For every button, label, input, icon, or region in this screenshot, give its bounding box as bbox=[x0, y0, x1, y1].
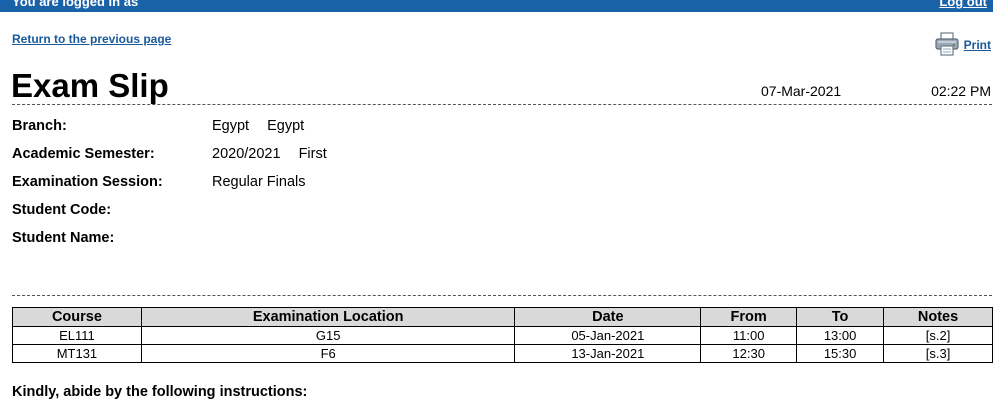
course-cell: EL111 bbox=[12, 326, 142, 345]
course-cell: MT131 bbox=[12, 344, 142, 363]
from-cell: 11:00 bbox=[700, 326, 798, 345]
instructions-heading: Kindly, abide by the following instructi… bbox=[12, 384, 308, 399]
student-name-label: Student Name: bbox=[12, 230, 115, 246]
student-code-label: Student Code: bbox=[12, 202, 112, 218]
print-control[interactable]: Print bbox=[934, 31, 991, 57]
column-header-date: Date bbox=[514, 307, 702, 327]
logged-in-text: You are logged in as bbox=[12, 0, 139, 9]
printer-icon[interactable] bbox=[934, 31, 960, 57]
slip-date: 07-Mar-2021 bbox=[761, 83, 842, 99]
semester-year: 2020/2021 bbox=[212, 146, 281, 162]
student-name-row: Student Name: bbox=[12, 228, 212, 248]
top-bar: You are logged in as Log out bbox=[0, 0, 993, 12]
location-cell: F6 bbox=[140, 344, 516, 363]
column-header-to: To bbox=[796, 307, 885, 327]
from-cell: 12:30 bbox=[700, 344, 798, 363]
to-cell: 15:30 bbox=[796, 344, 885, 363]
branch-label: Branch: bbox=[12, 118, 67, 134]
table-row: EL111 G15 05-Jan-2021 11:00 13:00 [s.2] bbox=[12, 326, 993, 345]
page-title: Exam Slip bbox=[11, 67, 169, 104]
location-cell: G15 bbox=[140, 326, 516, 345]
table-row: MT131 F6 13-Jan-2021 12:30 15:30 [s.3] bbox=[12, 344, 993, 363]
column-header-notes: Notes bbox=[883, 307, 993, 327]
session-value: Regular Finals bbox=[212, 174, 306, 190]
to-cell: 13:00 bbox=[796, 326, 885, 345]
table-header-row: Course Examination Location Date From To… bbox=[12, 307, 993, 327]
session-name: Regular Finals bbox=[212, 174, 306, 190]
return-to-previous-page-link[interactable]: Return to the previous page bbox=[12, 32, 171, 46]
notes-cell: [s.3] bbox=[883, 344, 993, 363]
semester-term: First bbox=[298, 146, 327, 162]
logout-link[interactable]: Log out bbox=[939, 0, 987, 9]
divider bbox=[12, 104, 992, 105]
branch-row: Branch: Egypt Egypt bbox=[12, 116, 304, 136]
print-link[interactable]: Print bbox=[964, 38, 991, 52]
branch-value-2: Egypt bbox=[267, 118, 305, 134]
column-header-from: From bbox=[700, 307, 798, 327]
notes-cell: [s.2] bbox=[883, 326, 993, 345]
column-header-course: Course bbox=[12, 307, 142, 327]
semester-value: 2020/2021 First bbox=[212, 146, 327, 162]
branch-value-1: Egypt bbox=[212, 118, 250, 134]
semester-row: Academic Semester: 2020/2021 First bbox=[12, 144, 327, 164]
branch-value: Egypt Egypt bbox=[212, 118, 304, 134]
column-header-location: Examination Location bbox=[140, 307, 516, 327]
divider bbox=[12, 295, 992, 296]
date-cell: 13-Jan-2021 bbox=[514, 344, 702, 363]
exam-schedule-table: Course Examination Location Date From To… bbox=[12, 307, 993, 363]
slip-time: 02:22 PM bbox=[931, 83, 991, 99]
session-row: Examination Session: Regular Finals bbox=[12, 172, 306, 192]
date-cell: 05-Jan-2021 bbox=[514, 326, 702, 345]
semester-label: Academic Semester: bbox=[12, 146, 155, 162]
session-label: Examination Session: bbox=[12, 174, 163, 190]
student-code-row: Student Code: bbox=[12, 200, 212, 220]
